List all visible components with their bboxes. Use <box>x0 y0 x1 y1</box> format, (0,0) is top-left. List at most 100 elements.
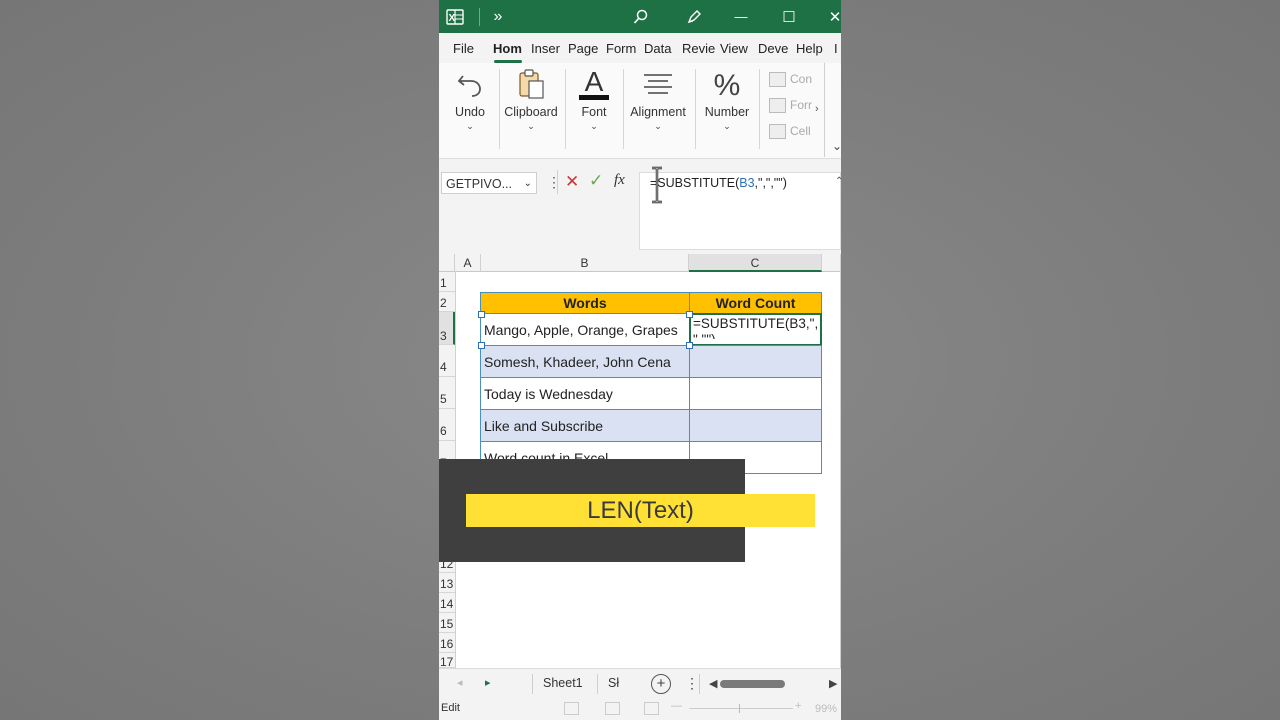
zoom-slider-thumb[interactable] <box>739 704 740 713</box>
formula-divider <box>557 170 558 194</box>
enter-icon[interactable]: ✓ <box>589 171 603 191</box>
hscroll-right-icon[interactable]: ▶ <box>829 677 837 690</box>
cell-styles-button[interactable]: Cell <box>769 124 811 140</box>
add-sheet-icon[interactable]: + <box>651 674 671 694</box>
page-break-view-icon[interactable] <box>644 702 659 715</box>
cell-styles-icon <box>769 124 786 140</box>
conditional-formatting-button[interactable]: Con <box>769 72 812 88</box>
formula-input[interactable]: =SUBSTITUTE(B3,",","") <box>639 172 841 250</box>
tab-overflow[interactable]: I <box>834 41 838 56</box>
scroll-right-icon[interactable]: ▸ <box>485 676 491 689</box>
column-header-c[interactable]: C <box>689 254 822 272</box>
expand-formula-icon[interactable]: ⌃ <box>835 176 841 187</box>
status-mode: Edit <box>441 702 460 714</box>
column-header-b[interactable]: B <box>481 254 689 272</box>
minimize-button[interactable]: — <box>729 0 753 33</box>
cell-b4[interactable]: Somesh, Khadeer, John Cena <box>480 345 690 378</box>
selection-handle[interactable] <box>478 311 485 318</box>
group-divider <box>565 69 566 149</box>
svg-text:X: X <box>449 13 456 24</box>
zoom-slider[interactable] <box>689 708 793 709</box>
tab-review[interactable]: Revie <box>682 41 715 56</box>
formula-ref: B3 <box>739 176 755 190</box>
chevron-down-icon: ⌄ <box>527 121 535 131</box>
cell-c6[interactable] <box>689 409 822 442</box>
cancel-icon[interactable]: ✕ <box>565 172 579 192</box>
name-box[interactable]: GETPIVO... ⌄ <box>441 172 537 194</box>
alignment-group[interactable]: Alignment ⌄ <box>627 63 689 155</box>
select-all-corner[interactable] <box>439 254 455 272</box>
chevron-down-icon: ⌄ <box>466 121 474 131</box>
chevron-down-icon[interactable]: ⌄ <box>524 173 532 195</box>
row-header[interactable]: 16 <box>439 633 455 653</box>
selection-handle[interactable] <box>686 342 693 349</box>
row-header[interactable]: 17 <box>439 653 455 669</box>
ribbon-tabs: File Hom Inser Page Form Data Revie View… <box>439 33 841 63</box>
header-words[interactable]: Words <box>480 292 690 314</box>
text-cursor-icon <box>649 166 665 206</box>
cell-c5[interactable] <box>689 377 822 410</box>
tab-view[interactable]: View <box>720 41 748 56</box>
tab-file[interactable]: File <box>453 41 474 56</box>
row-header[interactable]: 13 <box>439 573 455 593</box>
tab-formulas[interactable]: Form <box>606 41 636 56</box>
undo-icon <box>447 67 493 101</box>
font-group[interactable]: A Font ⌄ <box>571 63 617 155</box>
search-icon[interactable] <box>629 0 653 33</box>
column-header-a[interactable]: A <box>455 254 481 272</box>
page-layout-view-icon[interactable] <box>605 702 620 715</box>
maximize-button[interactable]: ☐ <box>777 0 801 33</box>
conditional-formatting-icon <box>769 72 786 88</box>
number-group[interactable]: % Number ⌄ <box>701 63 753 155</box>
tab-data[interactable]: Data <box>644 41 671 56</box>
cell-c3-editing[interactable]: =SUBSTITUTE(B3,", ","") <box>689 313 822 346</box>
zoom-out-icon[interactable]: — <box>671 700 682 712</box>
alignment-icon <box>627 67 689 101</box>
more-sheets-icon[interactable]: ⋮ <box>685 675 699 692</box>
row-header[interactable]: 1 <box>439 272 455 292</box>
tab-home[interactable]: Hom <box>493 41 522 56</box>
tab-help[interactable]: Help <box>796 41 823 56</box>
pen-icon[interactable] <box>682 0 706 33</box>
more-options-icon[interactable]: ⋮ <box>547 174 561 191</box>
row-header[interactable]: 14 <box>439 593 455 613</box>
row-header[interactable]: 5 <box>439 377 455 409</box>
cell-c4[interactable] <box>689 345 822 378</box>
zoom-level[interactable]: 99% <box>815 703 837 715</box>
row-header[interactable]: 15 <box>439 613 455 633</box>
row-header[interactable]: 3 <box>439 312 455 345</box>
selection-handle[interactable] <box>686 311 693 318</box>
undo-group[interactable]: Undo ⌄ <box>447 63 493 155</box>
tab-developer[interactable]: Deve <box>758 41 788 56</box>
excel-icon[interactable]: X <box>443 0 467 33</box>
selection-handle[interactable] <box>478 342 485 349</box>
format-as-table-button[interactable]: Forr <box>769 98 812 114</box>
row-header[interactable]: 6 <box>439 409 455 441</box>
sheet-tab-sheet2[interactable]: Sł <box>608 676 619 690</box>
zoom-in-icon[interactable]: + <box>795 700 801 712</box>
column-header-blank[interactable] <box>822 254 841 272</box>
insert-function-icon[interactable]: fx <box>614 172 625 189</box>
cell-b5[interactable]: Today is Wednesday <box>480 377 690 410</box>
sheet-tab-bar: ◂ ▸ Sheet1 Sł + ⋮ ◀ ▶ <box>439 668 841 699</box>
sheet-tab-sheet1[interactable]: Sheet1 <box>543 676 583 690</box>
horizontal-scrollbar-thumb[interactable] <box>720 680 785 688</box>
group-divider <box>695 69 696 149</box>
cell-b6[interactable]: Like and Subscribe <box>480 409 690 442</box>
scroll-left-icon[interactable]: ◂ <box>457 676 463 689</box>
tab-insert[interactable]: Inser <box>531 41 560 56</box>
normal-view-icon[interactable] <box>564 702 579 715</box>
collapse-ribbon-icon[interactable]: ⌄ <box>832 139 841 153</box>
clipboard-group[interactable]: Clipboard ⌄ <box>503 63 559 155</box>
tab-page-layout[interactable]: Page <box>568 41 598 56</box>
cell-b3[interactable]: Mango, Apple, Orange, Grapes <box>480 313 690 346</box>
header-word-count[interactable]: Word Count <box>689 292 822 314</box>
font-label: Font <box>581 105 607 119</box>
hscroll-left-icon[interactable]: ◀ <box>709 677 717 690</box>
row-header[interactable]: 4 <box>439 345 455 377</box>
clipboard-label: Clipboard <box>504 105 558 119</box>
row-header[interactable]: 2 <box>439 292 455 312</box>
ribbon-scroll-right-icon[interactable]: › <box>815 103 819 115</box>
more-commands-button[interactable]: » <box>489 0 507 33</box>
close-button[interactable]: ✕ <box>825 0 841 33</box>
